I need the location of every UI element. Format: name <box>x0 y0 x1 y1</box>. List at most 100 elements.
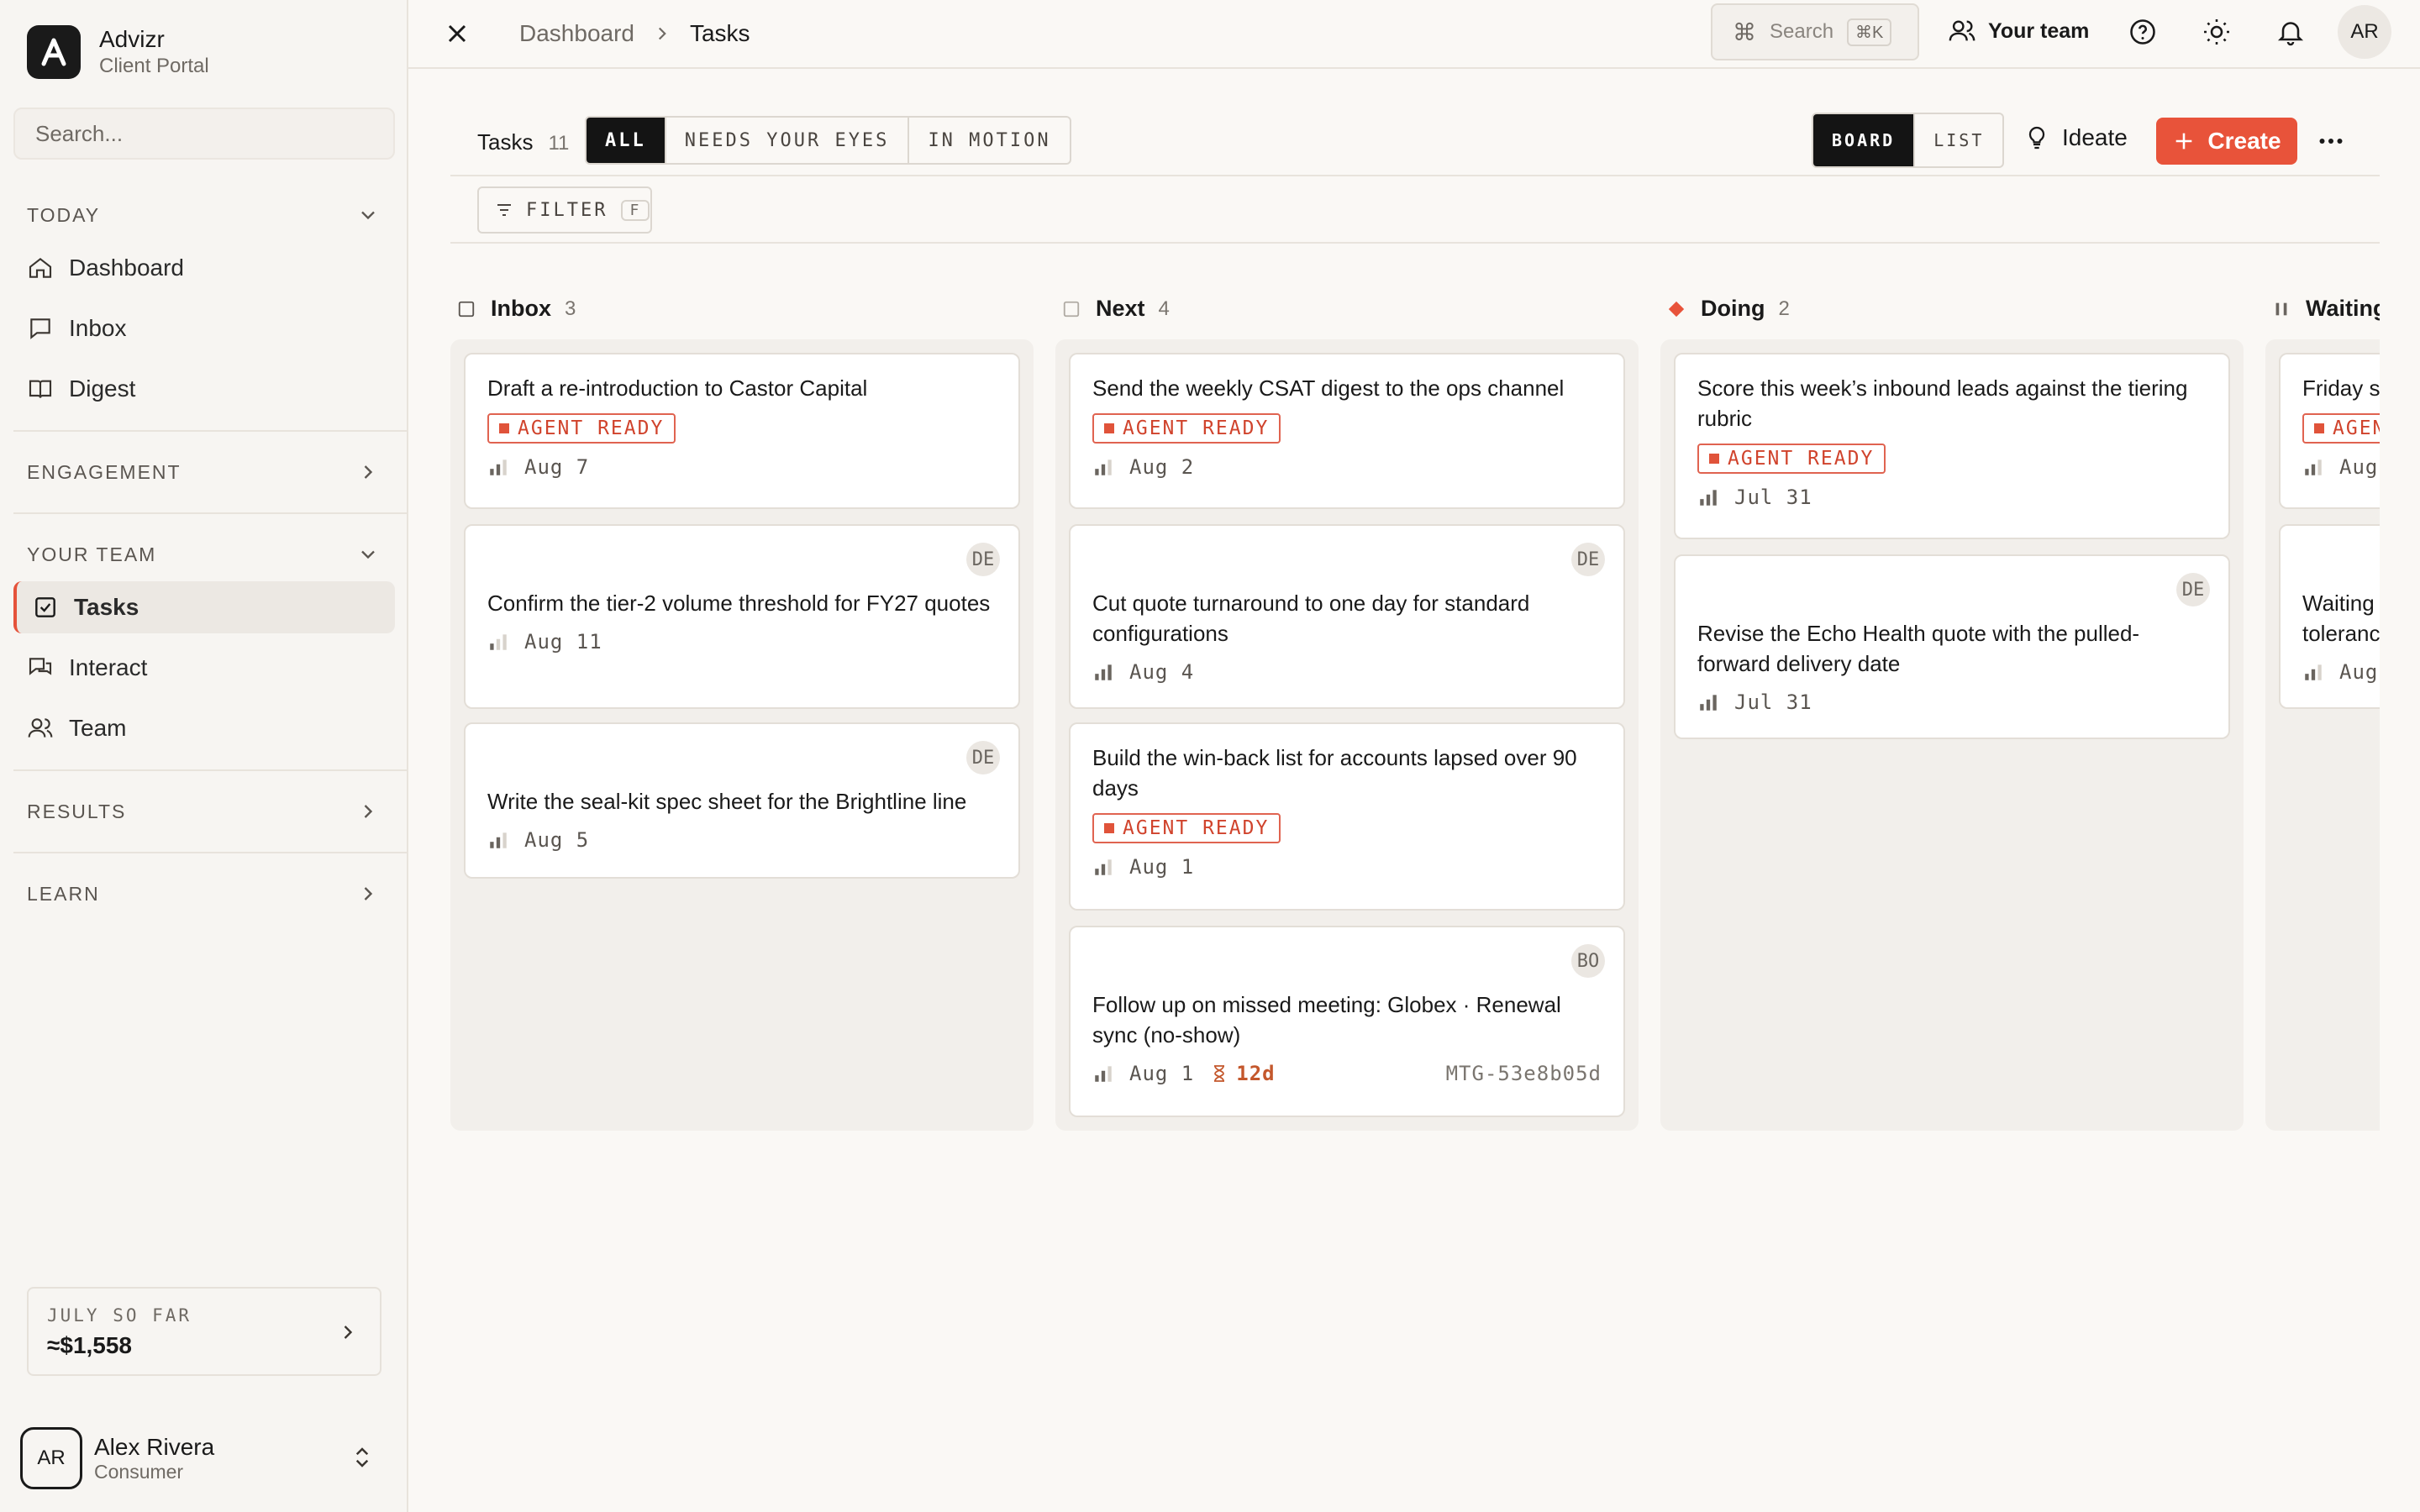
section-results[interactable]: RESULTS <box>27 800 380 823</box>
sidebar-item-label: Digest <box>69 375 136 402</box>
priority-bars-icon <box>1700 490 1717 506</box>
chat-icon <box>30 318 50 339</box>
avatar: DE <box>966 741 1000 774</box>
task-card[interactable]: Friday su AGEN Aug <box>2279 353 2380 509</box>
section-label: YOUR TEAM <box>27 543 157 565</box>
page-title: Tasks 11 <box>477 129 569 155</box>
global-search-button[interactable]: ⌘ Search ⌘K <box>1711 3 1919 60</box>
column-header: Waiting <box>2272 296 2380 322</box>
column-body: Friday su AGEN Aug Waiting tolerance Aug <box>2265 339 2380 1131</box>
view-list[interactable]: LIST <box>1915 114 2002 166</box>
section-learn[interactable]: LEARN <box>27 882 380 906</box>
filter-button[interactable]: FILTER F <box>477 186 652 234</box>
sidebar-item-digest[interactable]: Digest <box>13 363 395 415</box>
task-card[interactable]: Waiting tolerance Aug <box>2279 524 2380 709</box>
brand[interactable]: Advizr Client Portal <box>27 25 209 79</box>
divider <box>13 852 408 853</box>
chevron-right-icon <box>364 887 373 900</box>
priority-bars-icon <box>2305 459 2322 475</box>
divider <box>13 512 408 514</box>
sidebar-search-input[interactable]: Search... <box>13 108 395 160</box>
task-card[interactable]: DE Confirm the tier-2 volume threshold f… <box>464 524 1020 709</box>
section-engagement[interactable]: ENGAGEMENT <box>27 460 380 484</box>
create-button[interactable]: Create <box>2156 118 2297 165</box>
sidebar-item-interact[interactable]: Interact <box>13 642 395 694</box>
card-title: Waiting tolerance <box>2302 591 2380 646</box>
priority-bars-icon <box>1095 859 1112 875</box>
more-icon[interactable] <box>2316 126 2346 156</box>
task-card[interactable]: DE Write the seal-kit spec sheet for the… <box>464 722 1020 879</box>
kanban-board: Inbox 3 Draft a re-introduction to Casto… <box>450 286 2380 1142</box>
card-title: Score this week’s inbound leads against … <box>1697 375 2188 431</box>
avatar[interactable]: AR <box>2338 5 2391 59</box>
section-today[interactable]: TODAY <box>27 203 380 227</box>
card-meta: Jul 31 <box>1697 690 2207 714</box>
sidebar-item-inbox[interactable]: Inbox <box>13 302 395 354</box>
sidebar: Advizr Client Portal Search... TODAY Das… <box>0 0 408 1512</box>
task-card[interactable]: Draft a re-introduction to Castor Capita… <box>464 353 1020 509</box>
badge-text: AGENT READY <box>1728 448 1875 470</box>
bell-icon[interactable] <box>2275 17 2306 47</box>
sidebar-item-dashboard[interactable]: Dashboard <box>13 242 395 294</box>
priority-bars-icon <box>490 634 507 650</box>
column-body: Draft a re-introduction to Castor Capita… <box>450 339 1034 1131</box>
task-count: 11 <box>548 132 570 155</box>
chat-bubbles-icon <box>29 658 52 675</box>
task-card[interactable]: DE Revise the Echo Health quote with the… <box>1674 554 2230 739</box>
task-card[interactable]: Send the weekly CSAT digest to the ops c… <box>1069 353 1625 509</box>
close-icon[interactable] <box>442 18 472 49</box>
your-team-button[interactable]: Your team <box>1948 17 2089 45</box>
column-body: Score this week’s inbound leads against … <box>1660 339 2244 1131</box>
card-title: Write the seal-kit spec sheet for the Br… <box>487 789 967 814</box>
help-icon[interactable] <box>2128 17 2158 47</box>
badge-text: AGENT READY <box>1123 817 1270 839</box>
priority-bars-icon <box>1095 664 1112 680</box>
search-shortcut: ⌘K <box>1847 18 1892 46</box>
tab-all[interactable]: ALL <box>587 118 666 163</box>
view-board[interactable]: BOARD <box>1813 114 1916 166</box>
sidebar-item-team[interactable]: Team <box>13 702 395 754</box>
section-your-team[interactable]: YOUR TEAM <box>27 543 380 566</box>
badge-text: AGEN <box>2333 417 2380 439</box>
chevron-right-icon <box>364 805 373 818</box>
sidebar-item-tasks[interactable]: Tasks <box>13 581 395 633</box>
chevron-right-icon <box>658 27 666 40</box>
checkbox-icon <box>35 597 55 617</box>
due-date: Jul 31 <box>1734 486 1812 509</box>
card-title: Build the win-back list for accounts lap… <box>1092 745 1577 801</box>
user-menu[interactable]: AR Alex Rivera Consumer <box>20 1425 390 1492</box>
task-card[interactable]: BO Follow up on missed meeting: Globex ·… <box>1069 926 1625 1117</box>
priority-bars-icon <box>1095 1066 1112 1082</box>
due-date: Aug 4 <box>1129 660 1195 684</box>
avatar: DE <box>2176 573 2210 606</box>
breadcrumb-current: Tasks <box>689 20 750 46</box>
tab-in-motion[interactable]: IN MOTION <box>909 118 1069 163</box>
card-meta: Aug 1 12d MTG-53e8b05d <box>1092 1062 1602 1085</box>
breadcrumb-dashboard[interactable]: Dashboard <box>519 20 634 47</box>
card-title: Follow up on missed meeting: Globex · Re… <box>1092 992 1561 1047</box>
task-card[interactable]: DE Cut quote turnaround to one day for s… <box>1069 524 1625 709</box>
task-card[interactable]: Score this week’s inbound leads against … <box>1674 353 2230 539</box>
card-title: Draft a re-introduction to Castor Capita… <box>487 375 868 401</box>
agent-ready-badge: AGENT READY <box>1697 444 1886 474</box>
card-meta: Aug 4 <box>1092 660 1602 684</box>
avatar: DE <box>1571 543 1605 576</box>
ideate-button[interactable]: Ideate <box>2023 124 2128 151</box>
hourglass-icon <box>1214 1065 1225 1082</box>
sun-icon[interactable] <box>2202 17 2232 47</box>
task-card[interactable]: Build the win-back list for accounts lap… <box>1069 722 1625 911</box>
card-title: Cut quote turnaround to one day for stan… <box>1092 591 1530 646</box>
card-meta: Aug 5 <box>487 828 997 852</box>
chevron-down-icon <box>361 211 375 220</box>
tab-needs-your-eyes[interactable]: NEEDS YOUR EYES <box>666 118 910 163</box>
timer-value: 12d <box>1236 1062 1276 1085</box>
filter-label: FILTER <box>526 199 608 221</box>
agent-ready-badge: AGENT READY <box>1092 413 1281 444</box>
column-header: Inbox 3 <box>457 296 576 322</box>
plus-icon <box>2176 133 2192 150</box>
column-header: Next 4 <box>1062 296 1170 322</box>
section-label: TODAY <box>27 203 101 226</box>
month-summary-card[interactable]: JULY SO FAR ≈$1,558 <box>27 1287 381 1376</box>
priority-bars-icon <box>490 832 507 848</box>
meeting-code: MTG-53e8b05d <box>1445 1062 1602 1085</box>
